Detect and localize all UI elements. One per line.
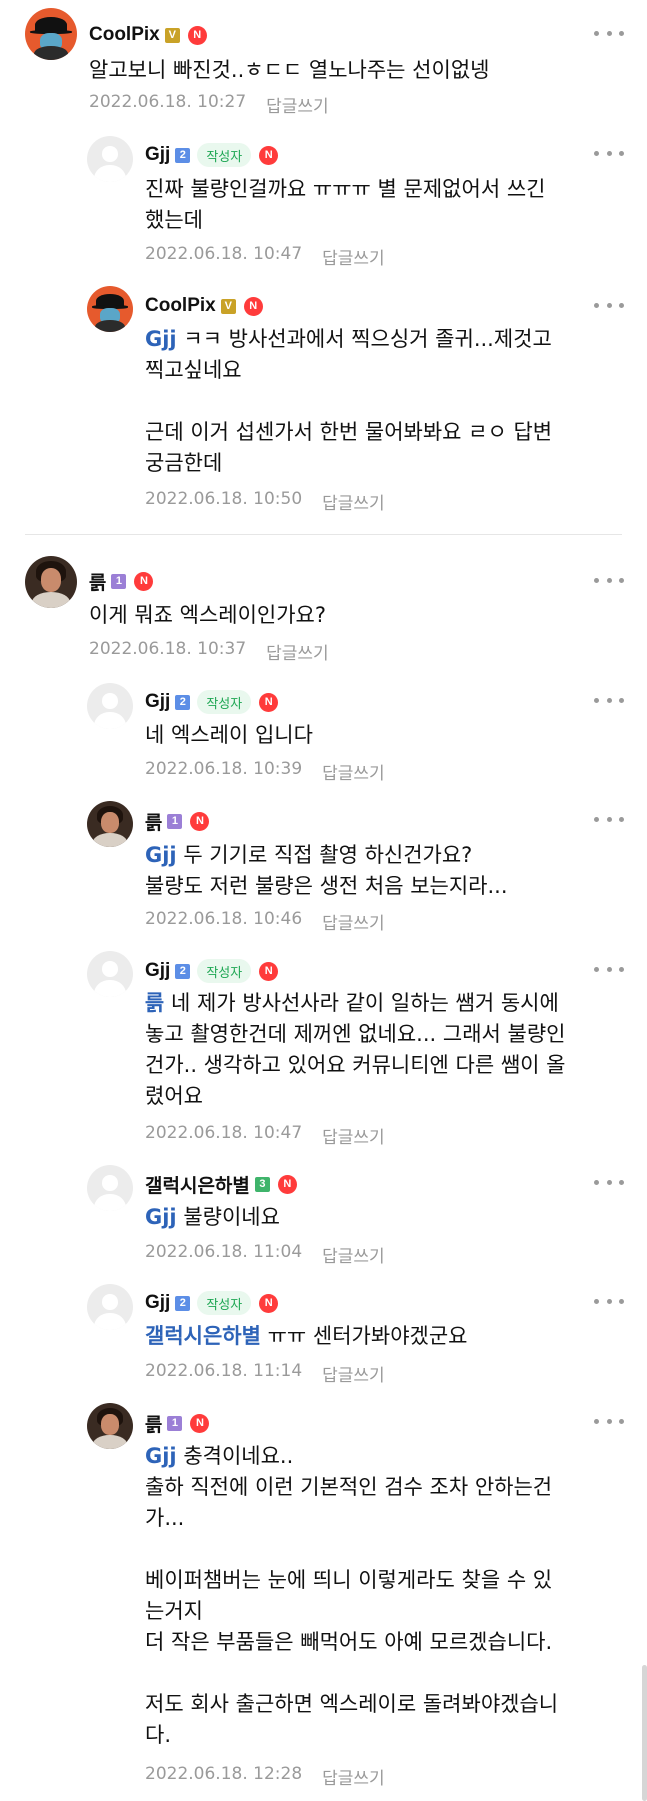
level-badge: V bbox=[220, 298, 236, 314]
avatar[interactable] bbox=[87, 801, 133, 847]
avatar[interactable] bbox=[87, 286, 133, 332]
reply-button[interactable]: 답글쓰기 bbox=[322, 1123, 385, 1148]
comment-date: 2022.06.18. 10:37 bbox=[89, 639, 247, 659]
comment-date: 2022.06.18. 10:46 bbox=[145, 909, 303, 929]
nickname[interactable]: 갤럭시은하별 bbox=[145, 1171, 250, 1198]
more-options-icon[interactable] bbox=[594, 1177, 624, 1187]
nickname[interactable]: 륽 bbox=[145, 808, 162, 835]
mention-link[interactable]: Gjj bbox=[145, 327, 177, 351]
mention-link[interactable]: Gjj bbox=[145, 1444, 177, 1468]
new-badge: N bbox=[187, 25, 207, 45]
new-badge: N bbox=[190, 811, 210, 831]
comment-date: 2022.06.18. 11:04 bbox=[145, 1242, 303, 1262]
reply-button[interactable]: 답글쓰기 bbox=[266, 639, 329, 664]
more-options-icon[interactable] bbox=[594, 964, 624, 974]
avatar[interactable] bbox=[87, 951, 133, 997]
reply-button[interactable]: 답글쓰기 bbox=[322, 489, 385, 514]
level-badge: 3 bbox=[254, 1176, 270, 1192]
comment-text: Gjj ㅋㅋ 방사선과에서 찍으싱거 졸귀...제것고 찍고싶네요 근데 이거 … bbox=[145, 327, 553, 475]
author-badge: 작성자 bbox=[197, 1291, 252, 1315]
more-options-icon[interactable] bbox=[594, 1296, 624, 1306]
level-badge: V bbox=[164, 27, 180, 43]
nickname[interactable]: 륽 bbox=[145, 1410, 162, 1437]
mention-link[interactable]: 갤럭시은하별 bbox=[145, 1324, 261, 1348]
reply-button[interactable]: 답글쓰기 bbox=[266, 92, 329, 117]
nickname[interactable]: CoolPix bbox=[89, 24, 160, 46]
author-badge: 작성자 bbox=[197, 143, 252, 167]
level-badge: 1 bbox=[167, 1415, 183, 1431]
avatar[interactable] bbox=[87, 136, 133, 182]
reply-button[interactable]: 답글쓰기 bbox=[322, 1764, 385, 1789]
reply-button[interactable]: 답글쓰기 bbox=[322, 909, 385, 934]
more-options-icon[interactable] bbox=[594, 695, 624, 705]
new-badge: N bbox=[243, 296, 263, 316]
more-options-icon[interactable] bbox=[594, 1416, 624, 1426]
more-options-icon[interactable] bbox=[594, 148, 624, 158]
comment-date: 2022.06.18. 11:14 bbox=[145, 1361, 303, 1381]
scrollbar[interactable] bbox=[642, 1665, 647, 1801]
reply-button[interactable]: 답글쓰기 bbox=[322, 759, 385, 784]
more-options-icon[interactable] bbox=[594, 814, 624, 824]
comment-text: 진짜 불량인걸까요 ㅠㅠㅠ 별 문제없어서 쓰긴 했는데 bbox=[145, 177, 546, 232]
new-badge: N bbox=[134, 571, 154, 591]
nickname[interactable]: Gjj bbox=[145, 144, 170, 166]
nickname[interactable]: 륽 bbox=[89, 568, 106, 595]
level-badge: 1 bbox=[111, 573, 127, 589]
nickname[interactable]: CoolPix bbox=[145, 295, 216, 317]
comment-date: 2022.06.18. 10:50 bbox=[145, 489, 303, 509]
level-badge: 2 bbox=[175, 147, 191, 163]
new-badge: N bbox=[259, 692, 279, 712]
mention-link[interactable]: Gjj bbox=[145, 843, 177, 867]
reply-button[interactable]: 답글쓰기 bbox=[322, 1361, 385, 1386]
comment-text: Gjj 두 기기로 직접 촬영 하신건가요? 불량도 저런 불량은 생전 처음 … bbox=[145, 843, 508, 898]
comment-text: 이게 뭐죠 엑스레이인가요? bbox=[89, 603, 327, 627]
comment-text: Gjj 불량이네요 bbox=[145, 1205, 280, 1229]
nickname[interactable]: Gjj bbox=[145, 960, 170, 982]
mention-link[interactable]: Gjj bbox=[145, 1205, 177, 1229]
comment-text: 륽 네 제가 방사선사라 같이 일하는 쌤거 동시에 놓고 촬영한건데 제꺼엔 … bbox=[145, 991, 566, 1108]
level-badge: 1 bbox=[167, 813, 183, 829]
comment-text: 네 엑스레이 입니다 bbox=[145, 723, 313, 747]
thread-divider bbox=[25, 534, 622, 535]
more-options-icon[interactable] bbox=[594, 28, 624, 38]
more-options-icon[interactable] bbox=[594, 575, 624, 585]
nickname[interactable]: Gjj bbox=[145, 691, 170, 713]
nickname[interactable]: Gjj bbox=[145, 1292, 170, 1314]
comment-text: 알고보니 빠진것..ㅎㄷㄷ 열노나주는 선이없넹 bbox=[89, 58, 490, 82]
new-badge: N bbox=[259, 1293, 279, 1313]
author-badge: 작성자 bbox=[197, 959, 252, 983]
comment-date: 2022.06.18. 10:47 bbox=[145, 244, 303, 264]
mention-link[interactable]: 륽 bbox=[145, 991, 164, 1015]
new-badge: N bbox=[259, 145, 279, 165]
avatar[interactable] bbox=[87, 1403, 133, 1449]
reply-button[interactable]: 답글쓰기 bbox=[322, 244, 385, 269]
comment-text: Gjj 충격이네요.. 출하 직전에 이런 기본적인 검수 조차 안하는건 가.… bbox=[145, 1444, 559, 1747]
comment-text: 갤럭시은하별 ㅠㅠ 센터가봐야겠군요 bbox=[145, 1324, 468, 1348]
level-badge: 2 bbox=[175, 1295, 191, 1311]
avatar[interactable] bbox=[87, 1284, 133, 1330]
comment-date: 2022.06.18. 12:28 bbox=[145, 1764, 303, 1784]
author-badge: 작성자 bbox=[197, 690, 252, 714]
more-options-icon[interactable] bbox=[594, 300, 624, 310]
comment-date: 2022.06.18. 10:47 bbox=[145, 1123, 303, 1143]
comment-date: 2022.06.18. 10:39 bbox=[145, 759, 303, 779]
new-badge: N bbox=[190, 1413, 210, 1433]
new-badge: N bbox=[277, 1174, 297, 1194]
new-badge: N bbox=[259, 961, 279, 981]
avatar[interactable] bbox=[25, 8, 77, 60]
comment-date: 2022.06.18. 10:27 bbox=[89, 92, 247, 112]
level-badge: 2 bbox=[175, 963, 191, 979]
reply-button[interactable]: 답글쓰기 bbox=[322, 1242, 385, 1267]
avatar[interactable] bbox=[87, 1165, 133, 1211]
level-badge: 2 bbox=[175, 694, 191, 710]
avatar[interactable] bbox=[25, 556, 77, 608]
avatar[interactable] bbox=[87, 683, 133, 729]
